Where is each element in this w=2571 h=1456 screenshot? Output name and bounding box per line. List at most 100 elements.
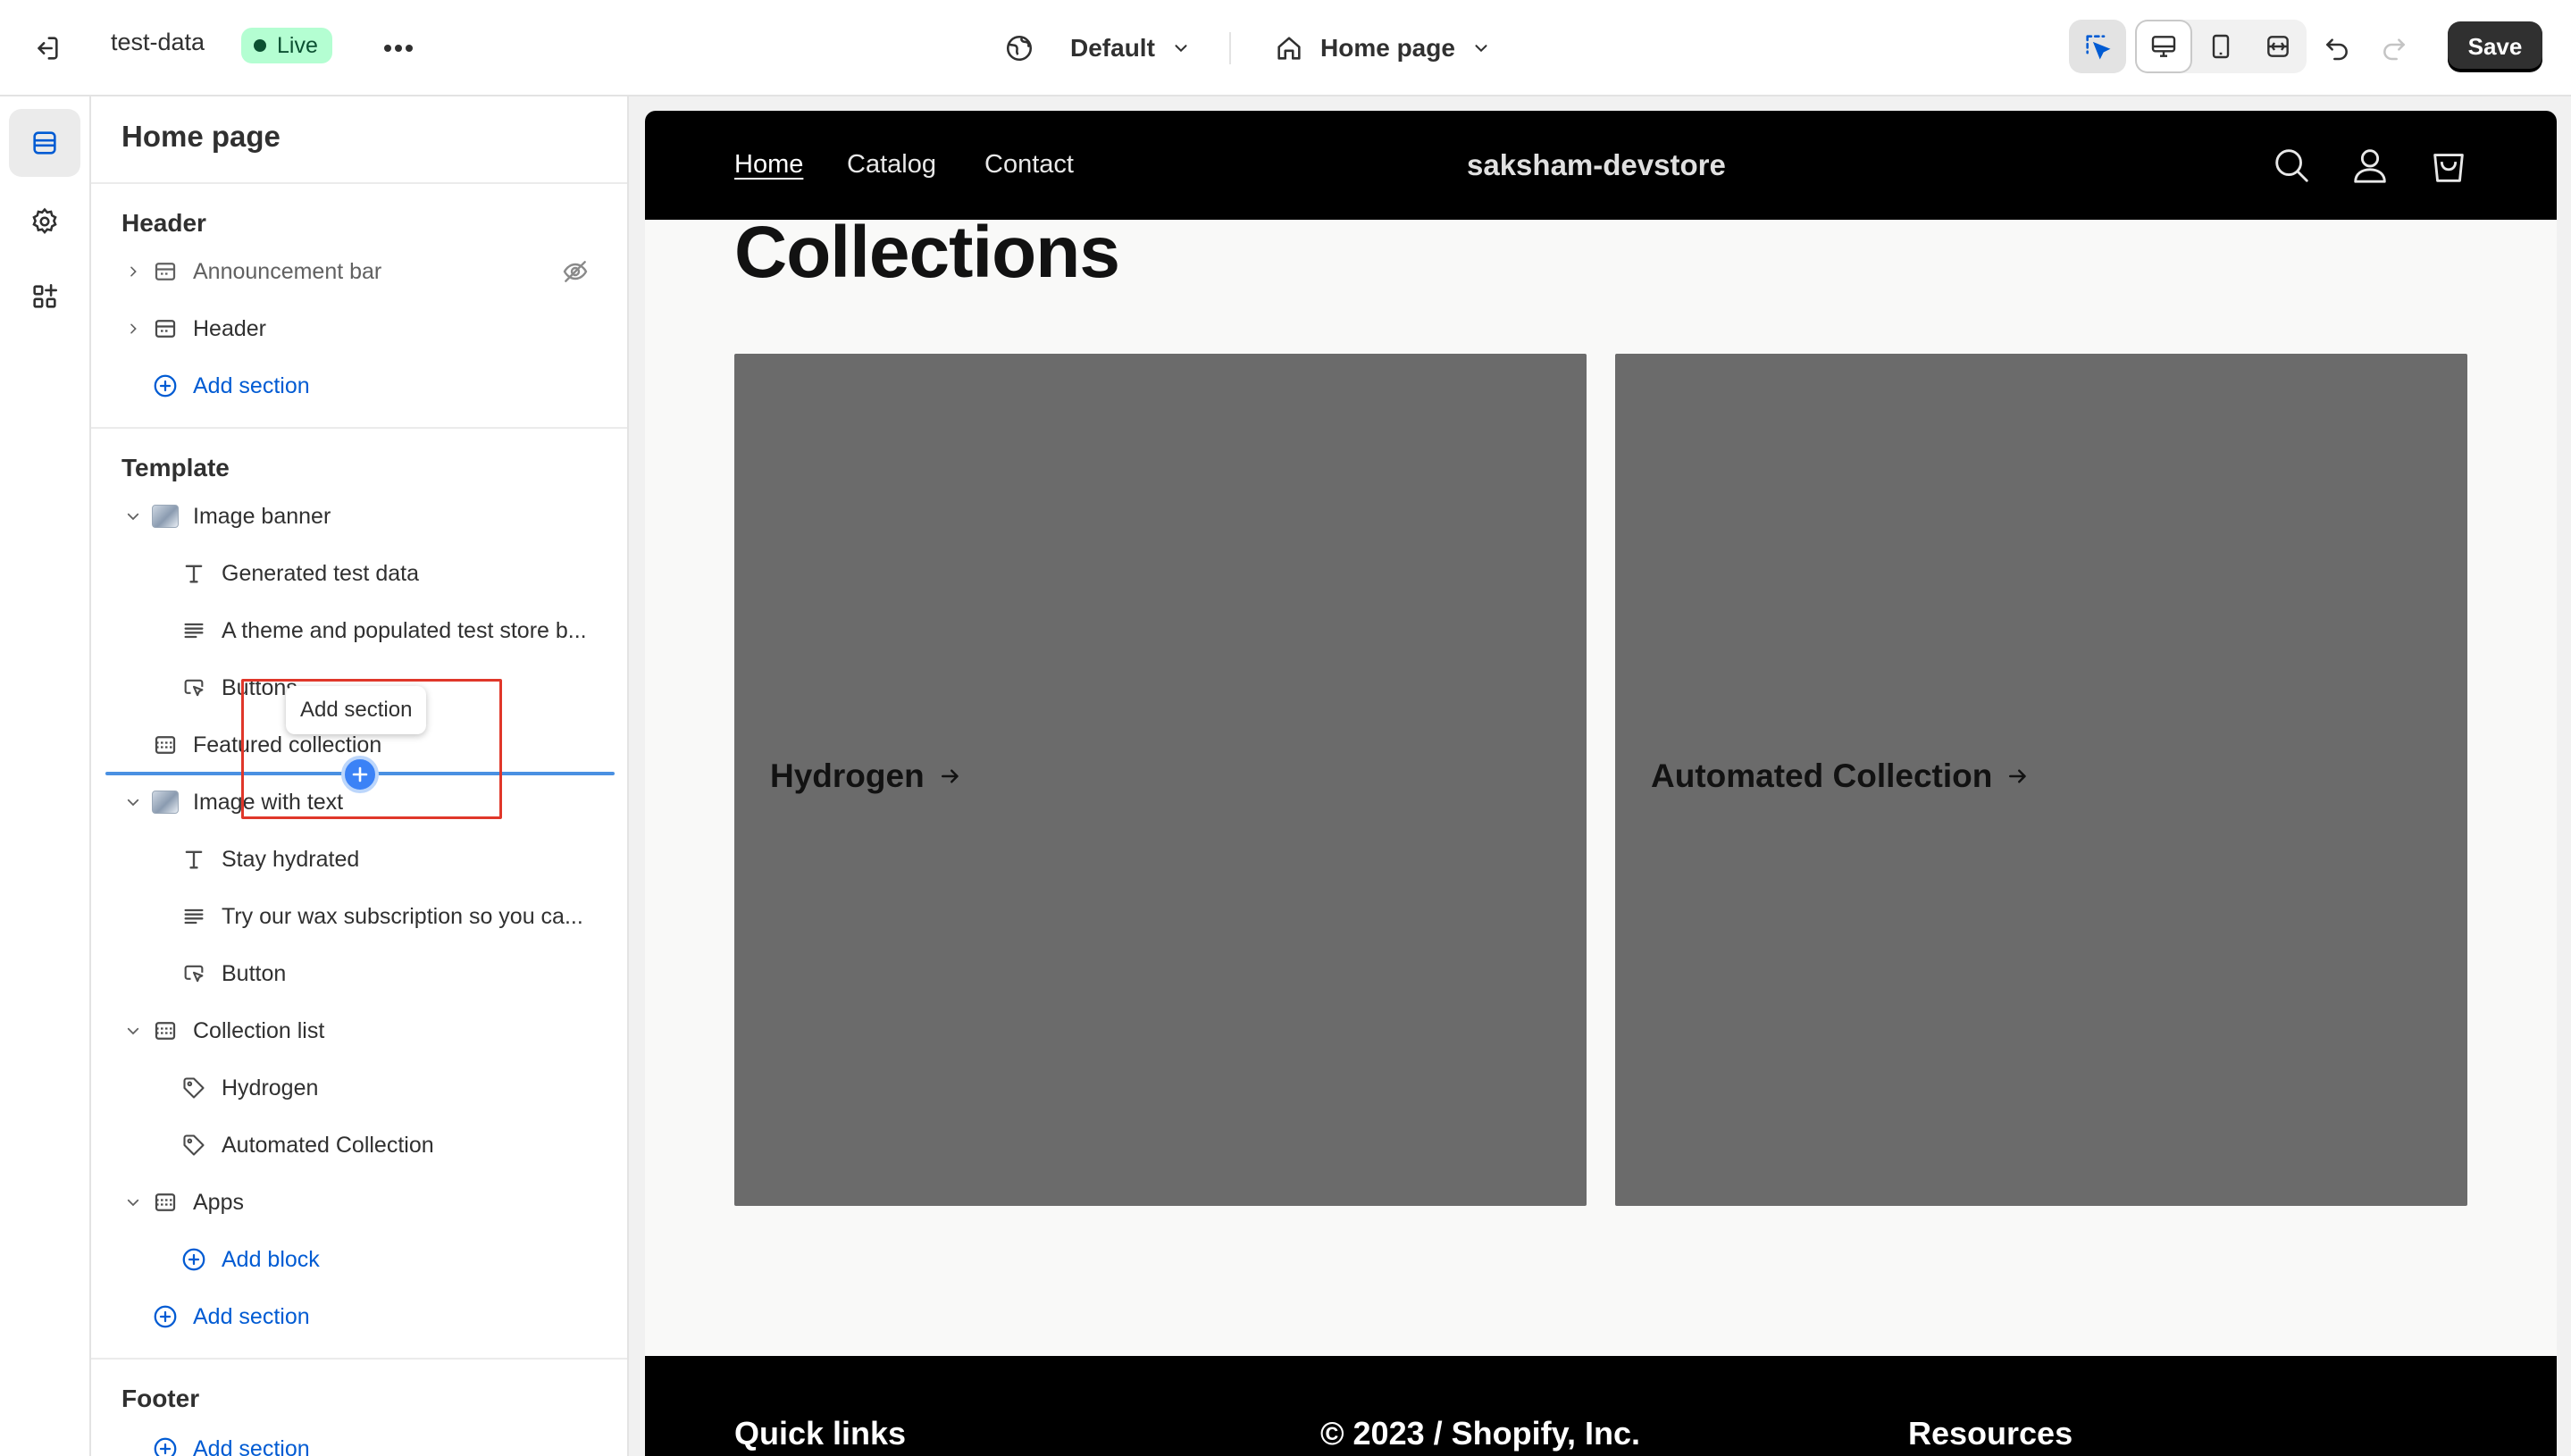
status-badge: Live (241, 28, 332, 63)
section-layout-icon (150, 730, 180, 760)
add-section-label: Add section (193, 372, 310, 398)
text-heading-icon (179, 558, 209, 589)
chevron-down-icon[interactable] (120, 1017, 147, 1044)
arrow-right-icon (941, 769, 959, 783)
add-section-header-button[interactable]: Add section (91, 359, 627, 413)
chevron-down-icon[interactable] (120, 503, 147, 530)
section-label: Apps (193, 1189, 244, 1215)
nav-link-catalog[interactable]: Catalog (847, 150, 936, 180)
add-block-button[interactable]: Add block (91, 1233, 627, 1286)
block-row-theme-text[interactable]: A theme and populated test store b... (91, 604, 627, 657)
select-cursor-icon (2086, 35, 2111, 60)
save-button[interactable]: Save (2448, 21, 2542, 71)
arrow-right-icon (2009, 769, 2027, 783)
left-rail (0, 96, 91, 1456)
group-title-template: Template (121, 454, 230, 481)
block-label: Automated Collection (222, 1132, 434, 1158)
ellipsis-icon (384, 45, 413, 52)
gear-icon (32, 207, 57, 234)
button-cursor-icon (179, 958, 209, 989)
chevron-down-icon[interactable] (120, 1189, 147, 1216)
add-section-footer-button[interactable]: Add section (91, 1422, 627, 1456)
top-bar: test-data Live Default Home page Save (0, 0, 2571, 96)
section-label: Image banner (193, 503, 331, 529)
collection-card-hydrogen[interactable]: Hydrogen (734, 354, 1587, 1206)
block-label: Hydrogen (222, 1075, 319, 1100)
more-actions-button[interactable] (377, 27, 420, 70)
block-label: Try our wax subscription so you ca... (222, 903, 583, 929)
collection-card-label: Hydrogen (770, 757, 925, 794)
redo-icon (2383, 38, 2405, 61)
apps-icon (33, 283, 58, 308)
page-selector[interactable]: Home page (1274, 23, 1491, 73)
block-label: Button (222, 960, 287, 986)
block-row-automated-collection[interactable]: Automated Collection (91, 1118, 627, 1172)
account-icon[interactable] (2349, 145, 2391, 186)
sections-tab[interactable] (9, 109, 80, 177)
block-row-button[interactable]: Button (91, 947, 627, 1000)
exit-button[interactable] (25, 27, 68, 70)
section-row-header[interactable]: Header (91, 302, 627, 356)
chevron-right-icon[interactable] (120, 258, 147, 285)
app-embeds-tab[interactable] (9, 263, 80, 331)
header-layout-icon (150, 314, 180, 344)
nav-link-home[interactable]: Home (734, 150, 803, 180)
add-section-template-button[interactable]: Add section (91, 1290, 627, 1343)
redo-button[interactable] (2366, 21, 2423, 75)
theme-selector[interactable]: Default (1004, 23, 1191, 73)
tag-icon (179, 1073, 209, 1103)
image-thumbnail-icon (150, 501, 180, 531)
mobile-icon (2212, 34, 2230, 59)
home-icon (1277, 37, 1301, 60)
collection-card-title[interactable]: Hydrogen (770, 757, 964, 795)
block-label: Generated test data (222, 560, 419, 586)
section-row-announcement-bar[interactable]: Announcement bar (91, 245, 627, 298)
section-layout-icon (150, 1187, 180, 1218)
block-row-wax-text[interactable]: Try our wax subscription so you ca... (91, 890, 627, 943)
block-row-hydrogen[interactable]: Hydrogen (91, 1061, 627, 1115)
footer-heading-quick-links: Quick links (734, 1415, 907, 1452)
header-layout-icon (150, 256, 180, 287)
search-icon[interactable] (2271, 145, 2312, 186)
mobile-view-button[interactable] (2192, 20, 2249, 73)
block-row-generated-test-data[interactable]: Generated test data (91, 547, 627, 600)
group-title-header: Header (121, 209, 206, 237)
sections-icon (33, 131, 56, 155)
undo-button[interactable] (2308, 21, 2366, 75)
plus-circle-icon (150, 1301, 180, 1332)
collection-card-title[interactable]: Automated Collection (1651, 757, 2031, 795)
section-label: Header (193, 315, 266, 341)
inspector-toggle-button[interactable] (2069, 20, 2126, 73)
device-switcher (2135, 20, 2307, 73)
page-heading: Collections (734, 212, 1120, 293)
footer-heading-resources: Resources (1908, 1415, 2073, 1452)
collection-card-automated[interactable]: Automated Collection (1615, 354, 2467, 1206)
view-controls (2069, 20, 2307, 73)
store-footer: Quick links © 2023 / Shopify, Inc. Resou… (645, 1356, 2557, 1456)
block-row-stay-hydrated[interactable]: Stay hydrated (91, 833, 627, 886)
section-row-image-banner[interactable]: Image banner (91, 490, 627, 543)
desktop-view-button[interactable] (2135, 20, 2192, 73)
highlight-annotation (241, 679, 502, 819)
cart-icon[interactable] (2428, 145, 2469, 186)
theme-settings-tab[interactable] (9, 188, 80, 255)
plus-circle-icon (150, 1434, 180, 1456)
block-label: Stay hydrated (222, 846, 360, 872)
text-heading-icon (179, 844, 209, 874)
eye-hidden-icon[interactable] (561, 257, 590, 286)
status-badge-label: Live (277, 32, 318, 58)
fullscreen-view-button[interactable] (2249, 20, 2307, 73)
store-header: Home Catalog Contact saksham-devstore (645, 111, 2557, 220)
section-label: Announcement bar (193, 258, 382, 284)
chevron-right-icon[interactable] (120, 315, 147, 342)
store-logo[interactable]: saksham-devstore (1467, 148, 1726, 182)
globe-icon (1006, 35, 1033, 62)
live-dot-icon (254, 39, 266, 52)
page-selector-label: Home page (1320, 34, 1455, 62)
section-row-apps[interactable]: Apps (91, 1176, 627, 1229)
nav-link-contact[interactable]: Contact (984, 150, 1074, 180)
section-row-collection-list[interactable]: Collection list (91, 1004, 627, 1058)
text-paragraph-icon (179, 615, 209, 646)
block-label: A theme and populated test store b... (222, 617, 587, 643)
chevron-down-icon[interactable] (120, 789, 147, 816)
